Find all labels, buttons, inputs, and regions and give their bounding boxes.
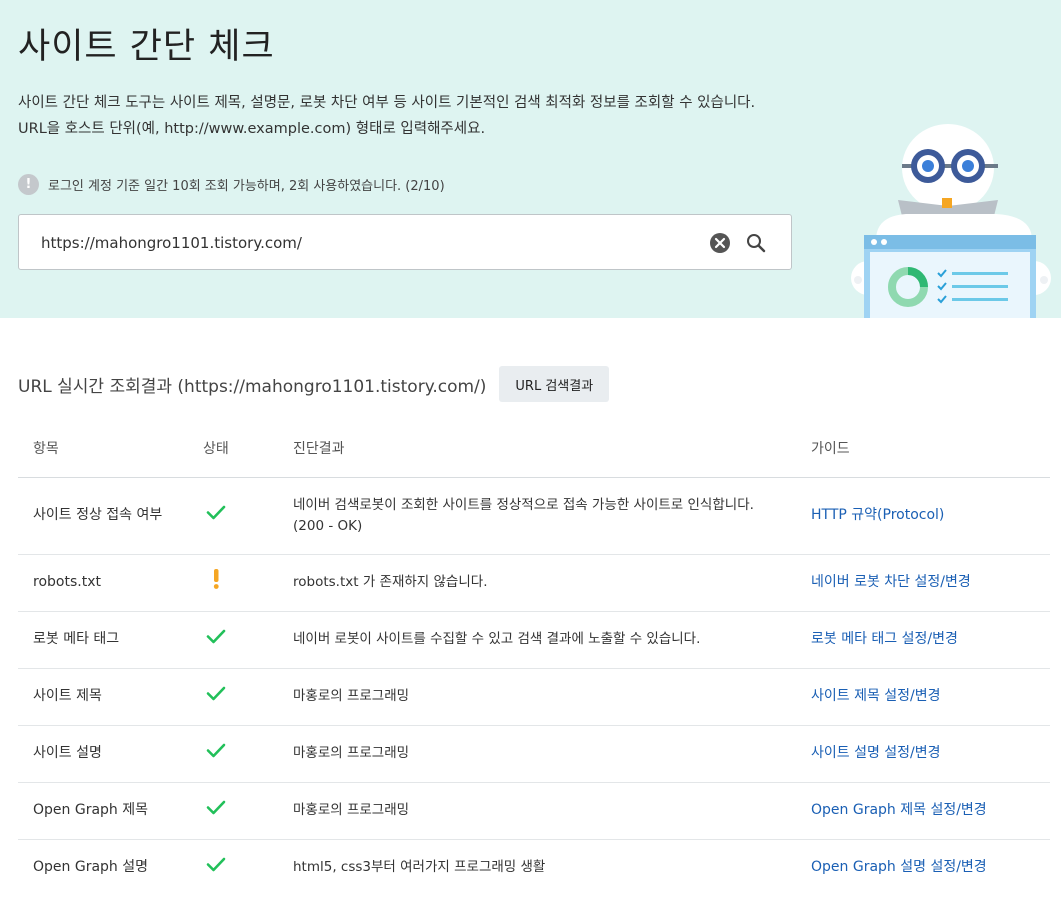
column-header-status: 상태 [203,420,293,478]
row-result: 네이버 로봇이 사이트를 수집할 수 있고 검색 결과에 노출할 수 있습니다. [293,611,811,669]
column-header-item: 항목 [18,420,203,478]
row-result: 마홍로의 프로그래밍 [293,668,811,726]
check-icon [205,853,227,882]
guide-link[interactable]: Open Graph 제목 설정/변경 [811,802,987,818]
row-item-label: 사이트 정상 접속 여부 [18,477,203,555]
warning-icon [205,568,227,597]
row-status [203,554,293,612]
guide-link[interactable]: HTTP 규약(Protocol) [811,507,944,523]
hero-section: 사이트 간단 체크 사이트 간단 체크 도구는 사이트 제목, 설명문, 로봇 … [0,0,1061,318]
row-item-label: Open Graph 제목 [18,782,203,840]
row-result-text: 마홍로의 프로그래밍 [293,688,410,704]
row-guide: 사이트 제목 설정/변경 [811,668,1050,726]
row-guide: Open Graph 설명 설정/변경 [811,839,1050,896]
row-result-text: robots.txt 가 존재하지 않습니다. [293,574,488,590]
row-item-label: robots.txt [18,554,203,612]
table-row: robots.txt robots.txt 가 존재하지 않습니다. 네이버 로봇 … [18,554,1050,612]
guide-link[interactable]: 네이버 로봇 차단 설정/변경 [811,574,971,590]
row-result-text: 마홍로의 프로그래밍 [293,745,410,761]
column-header-result: 진단결과 [293,420,811,478]
url-input[interactable] [41,231,681,255]
page-title: 사이트 간단 체크 [18,27,275,67]
row-result-subtext: (200 - OK) [293,517,363,534]
row-status [203,611,293,669]
check-icon [205,796,227,825]
row-guide: 네이버 로봇 차단 설정/변경 [811,554,1050,612]
info-icon: ! [18,174,39,195]
table-row: 사이트 제목 마홍로의 프로그래밍 사이트 제목 설정/변경 [18,668,1050,726]
table-row: 사이트 설명 마홍로의 프로그래밍 사이트 설명 설정/변경 [18,725,1050,783]
description-line: URL을 호스트 단위(예, http://www.example.com) 형… [18,121,486,137]
row-result-text: 마홍로의 프로그래밍 [293,802,410,818]
check-icon [205,501,227,530]
row-status [203,668,293,726]
table-row: Open Graph 설명 html5, css3부터 여러가지 프로그래밍 생활… [18,839,1050,896]
result-title: URL 실시간 조회결과 (https://mahongro1101.tisto… [18,376,487,397]
row-result-text: 네이버 로봇이 사이트를 수집할 수 있고 검색 결과에 노출할 수 있습니다. [293,631,701,647]
row-status [203,782,293,840]
description-line: 사이트 간단 체크 도구는 사이트 제목, 설명문, 로봇 차단 여부 등 사이… [18,95,756,111]
table-row: 로봇 메타 태그 네이버 로봇이 사이트를 수집할 수 있고 검색 결과에 노출할… [18,611,1050,669]
usage-notice: ! 로그인 계정 기준 일간 10회 조회 가능하며, 2회 사용하였습니다. … [18,174,445,195]
column-header-guide: 가이드 [811,420,1050,478]
search-icon[interactable] [744,231,768,255]
row-guide: 사이트 설명 설정/변경 [811,725,1050,783]
guide-link[interactable]: Open Graph 설명 설정/변경 [811,859,987,875]
url-search-result-button[interactable]: URL 검색결과 [499,366,610,402]
row-result: 마홍로의 프로그래밍 [293,782,811,840]
row-result: robots.txt 가 존재하지 않습니다. [293,554,811,612]
table-row: Open Graph 제목 마홍로의 프로그래밍 Open Graph 제목 설정/… [18,782,1050,840]
row-guide: Open Graph 제목 설정/변경 [811,782,1050,840]
result-table: 항목 상태 진단결과 가이드 사이트 정상 접속 여부 네이버 검색로봇이 조회한… [18,420,1050,896]
row-status [203,477,293,555]
row-result: 네이버 검색로봇이 조회한 사이트를 정상적으로 접속 가능한 사이트로 인식합… [293,477,811,555]
row-status [203,725,293,783]
row-result: html5, css3부터 여러가지 프로그래밍 생활 [293,839,811,896]
robot-illustration [851,124,1051,318]
usage-notice-text: 로그인 계정 기준 일간 10회 조회 가능하며, 2회 사용하였습니다. (2… [48,179,445,194]
clear-icon[interactable] [709,232,731,254]
row-result: 마홍로의 프로그래밍 [293,725,811,783]
row-result-text: 네이버 검색로봇이 조회한 사이트를 정상적으로 접속 가능한 사이트로 인식합… [293,496,754,513]
check-icon [205,625,227,654]
row-item-label: 로봇 메타 태그 [18,611,203,669]
guide-link[interactable]: 로봇 메타 태그 설정/변경 [811,631,958,647]
guide-link[interactable]: 사이트 설명 설정/변경 [811,745,941,761]
table-row: 사이트 정상 접속 여부 네이버 검색로봇이 조회한 사이트를 정상적으로 접속 … [18,477,1050,555]
row-status [203,839,293,896]
result-table-body: 사이트 정상 접속 여부 네이버 검색로봇이 조회한 사이트를 정상적으로 접속 … [18,477,1050,896]
row-guide: HTTP 규약(Protocol) [811,477,1050,555]
guide-link[interactable]: 사이트 제목 설정/변경 [811,688,941,704]
row-item-label: Open Graph 설명 [33,859,148,876]
row-item-label: 사이트 제목 [18,668,203,726]
result-header: URL 실시간 조회결과 (https://mahongro1101.tisto… [18,366,610,402]
row-guide: 로봇 메타 태그 설정/변경 [811,611,1050,669]
url-search-box [18,214,792,270]
row-result-text: html5, css3부터 여러가지 프로그래밍 생활 [293,859,546,876]
row-item-label: 사이트 설명 [18,725,203,783]
check-icon [205,739,227,768]
page-description: 사이트 간단 체크 도구는 사이트 제목, 설명문, 로봇 차단 여부 등 사이… [18,90,755,142]
table-header-row: 항목 상태 진단결과 가이드 [18,420,1050,478]
check-icon [205,682,227,711]
